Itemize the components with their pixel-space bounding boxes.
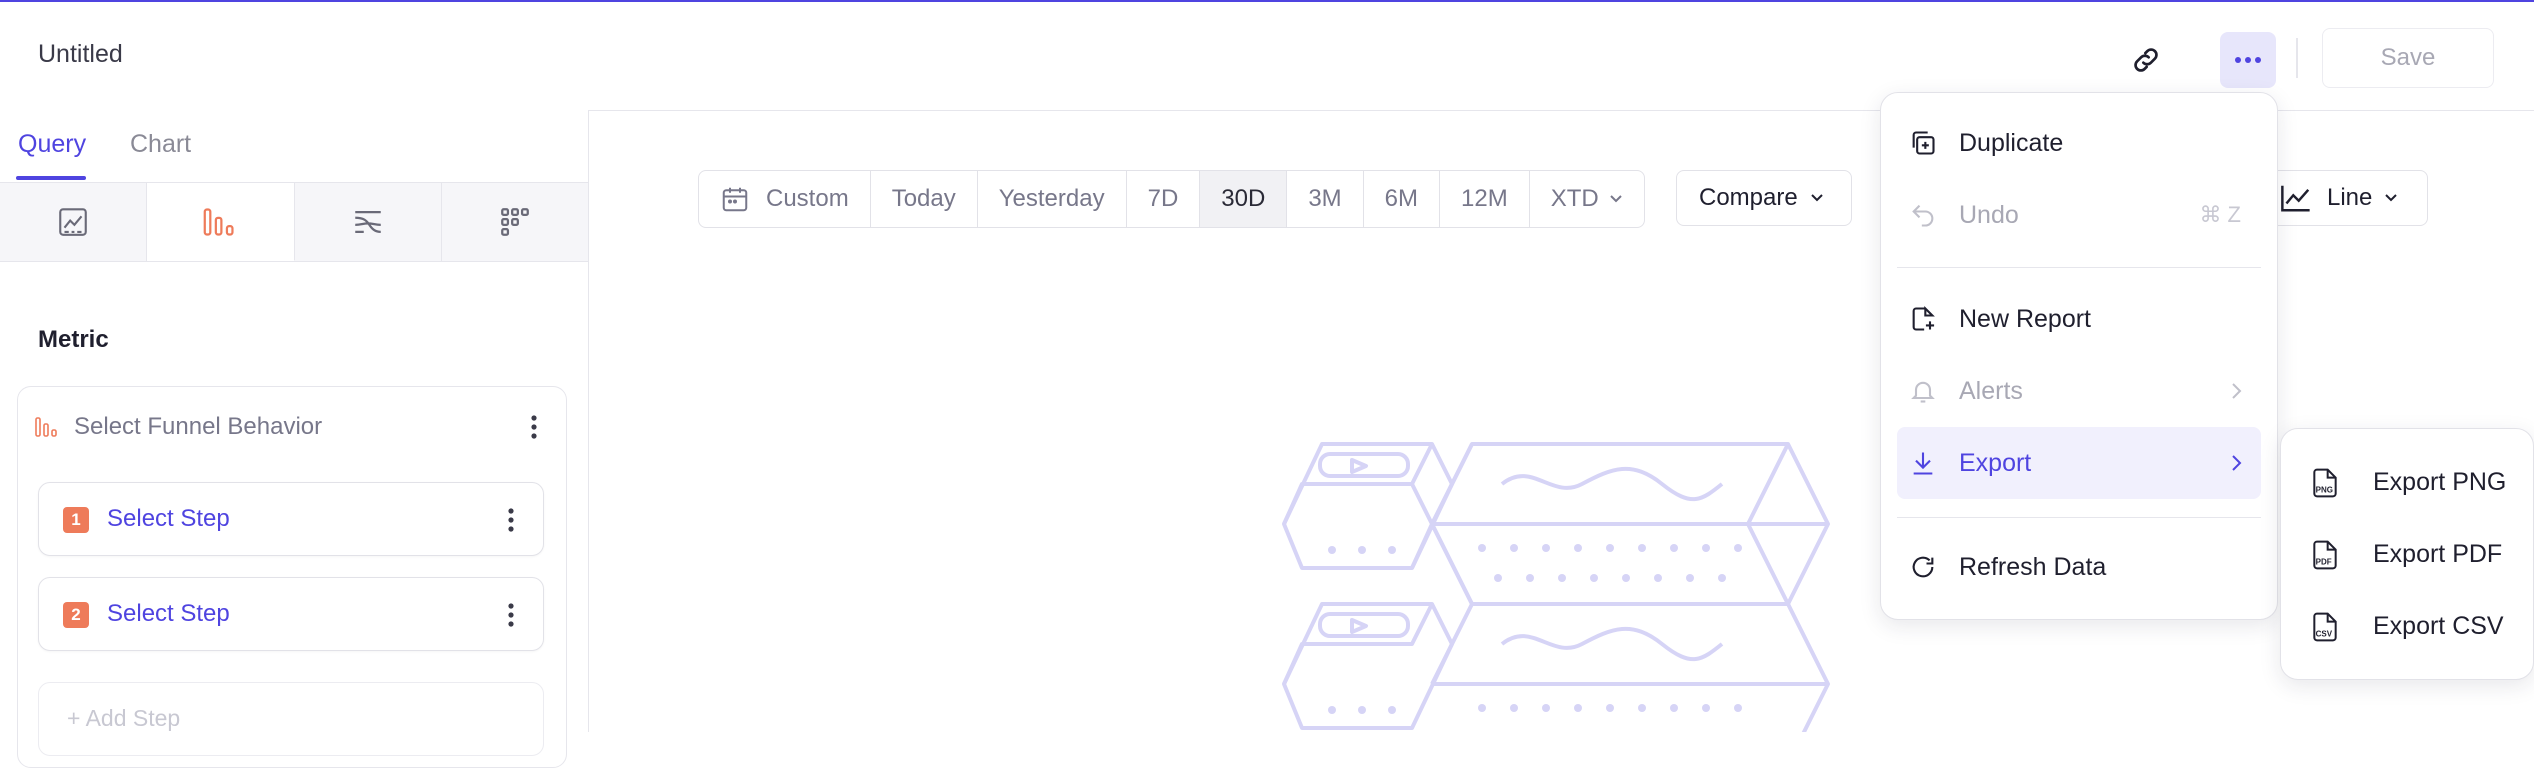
kebab-menu-icon[interactable] <box>530 414 538 440</box>
calendar-icon <box>722 187 748 212</box>
date-range-30d[interactable]: 30D <box>1200 171 1288 227</box>
menu-item-label: Duplicate <box>1959 128 2064 157</box>
retention-icon <box>500 208 529 236</box>
date-range-yesterday[interactable]: Yesterday <box>978 171 1127 227</box>
menu-divider <box>1897 517 2261 518</box>
duplicate-icon <box>1912 131 1935 155</box>
menu-item-label: Alerts <box>1959 376 2023 405</box>
new-report-icon <box>1912 305 1935 331</box>
active-tab-indicator <box>16 176 86 180</box>
date-range-selector: Custom Today Yesterday 7D 30D 3M 6M 12M … <box>698 170 1645 228</box>
report-type-retention[interactable] <box>442 183 588 261</box>
chart-type-label: Line <box>2327 184 2373 211</box>
insights-icon <box>59 208 87 236</box>
report-type-funnels[interactable] <box>147 183 295 261</box>
kebab-menu-icon[interactable] <box>507 507 515 533</box>
svg-text:PNG: PNG <box>2316 485 2333 494</box>
funnel-step[interactable]: 1 Select Step <box>38 482 544 556</box>
date-range-custom[interactable]: Custom <box>699 171 871 227</box>
menu-item-label: New Report <box>1959 304 2091 333</box>
export-pdf-label: Export PDF <box>2373 539 2503 568</box>
funnel-behavior-label: Select Funnel Behavior <box>74 413 323 440</box>
csv-file-icon: CSV <box>2313 612 2337 642</box>
export-png-item[interactable]: PNG Export PNG <box>2297 449 2517 515</box>
menu-item-alerts: Alerts <box>1897 355 2261 427</box>
menu-item-label: Undo <box>1959 200 2019 229</box>
download-icon <box>1913 452 1933 475</box>
menu-item-export[interactable]: Export <box>1897 427 2261 499</box>
undo-icon <box>1912 204 1934 227</box>
menu-item-label: Export <box>1959 448 2032 477</box>
plus-icon: + <box>67 705 81 731</box>
kebab-menu-icon[interactable] <box>507 602 515 628</box>
date-range-6m[interactable]: 6M <box>1364 171 1440 227</box>
compare-dropdown[interactable]: Compare <box>1676 170 1852 226</box>
step-number-badge: 1 <box>63 507 89 533</box>
menu-divider <box>1897 267 2261 268</box>
chevron-down-icon <box>1609 195 1622 203</box>
date-range-12m[interactable]: 12M <box>1440 171 1530 227</box>
refresh-icon <box>1912 556 1934 578</box>
chevron-down-icon <box>2385 194 2398 202</box>
menu-item-refresh-data[interactable]: Refresh Data <box>1897 531 2261 603</box>
export-png-label: Export PNG <box>2373 467 2507 496</box>
menu-item-label: Refresh Data <box>1959 552 2107 581</box>
svg-text:CSV: CSV <box>2316 629 2333 638</box>
funnel-behavior-selector[interactable]: Select Funnel Behavior <box>34 402 554 452</box>
chevron-right-icon <box>2232 383 2242 399</box>
date-range-3m[interactable]: 3M <box>1287 171 1364 227</box>
funnel-step[interactable]: 2 Select Step <box>38 577 544 651</box>
add-step-button[interactable]: + Add Step <box>38 682 544 756</box>
funnels-icon <box>204 207 234 236</box>
report-type-insights[interactable] <box>0 183 148 261</box>
date-range-today[interactable]: Today <box>871 171 978 227</box>
export-csv-label: Export CSV <box>2373 611 2504 640</box>
undo-shortcut: ⌘ Z <box>2199 202 2241 227</box>
header-divider <box>2296 38 2298 78</box>
date-range-label: Custom <box>766 185 849 212</box>
menu-item-new-report[interactable]: New Report <box>1897 283 2261 355</box>
report-type-switcher <box>0 182 588 262</box>
funnels-icon <box>35 417 57 437</box>
flows-icon <box>354 210 381 234</box>
menu-item-duplicate[interactable]: Duplicate <box>1897 107 2261 179</box>
step-label: Select Step <box>107 600 230 627</box>
query-panel: Query Chart Metric Select Funnel Behavio… <box>0 110 589 768</box>
png-file-icon: PNG <box>2313 468 2337 498</box>
compare-label: Compare <box>1699 184 1798 211</box>
add-step-label: + Add Step <box>67 705 181 731</box>
chart-type-dropdown[interactable]: Line <box>2266 170 2428 226</box>
export-pdf-item[interactable]: PDF Export PDF <box>2297 521 2517 587</box>
date-range-7d[interactable]: 7D <box>1127 171 1201 227</box>
menu-item-undo: Undo ⌘ Z <box>1897 179 2261 251</box>
bell-icon <box>1911 381 1935 403</box>
more-options-button[interactable] <box>2220 32 2276 88</box>
line-chart-icon <box>2281 185 2310 212</box>
report-type-flows[interactable] <box>295 183 442 261</box>
step-number-badge: 2 <box>63 602 89 628</box>
more-options-menu: Duplicate Undo ⌘ Z New Report Alerts Exp… <box>1880 92 2278 620</box>
export-csv-item[interactable]: CSV Export CSV <box>2297 593 2517 659</box>
empty-state-illustration <box>1282 442 1830 732</box>
link-icon <box>2134 48 2158 72</box>
metric-section-label: Metric <box>38 326 109 353</box>
pdf-file-icon: PDF <box>2313 540 2337 570</box>
date-range-xtd[interactable]: XTD <box>1530 171 1644 227</box>
step-label: Select Step <box>107 505 230 532</box>
date-range-label: XTD <box>1550 185 1599 212</box>
tab-chart[interactable]: Chart <box>130 130 191 159</box>
ellipsis-icon <box>2235 57 2261 63</box>
copy-link-button[interactable] <box>2118 32 2174 88</box>
export-submenu: PNG Export PNG PDF Export PDF CSV Export… <box>2280 428 2534 680</box>
report-title[interactable]: Untitled <box>38 40 123 69</box>
svg-text:PDF: PDF <box>2316 557 2332 566</box>
save-button[interactable]: Save <box>2322 28 2494 88</box>
tab-query[interactable]: Query <box>18 130 86 159</box>
chevron-right-icon <box>2232 455 2242 471</box>
chevron-down-icon <box>1811 194 1823 202</box>
